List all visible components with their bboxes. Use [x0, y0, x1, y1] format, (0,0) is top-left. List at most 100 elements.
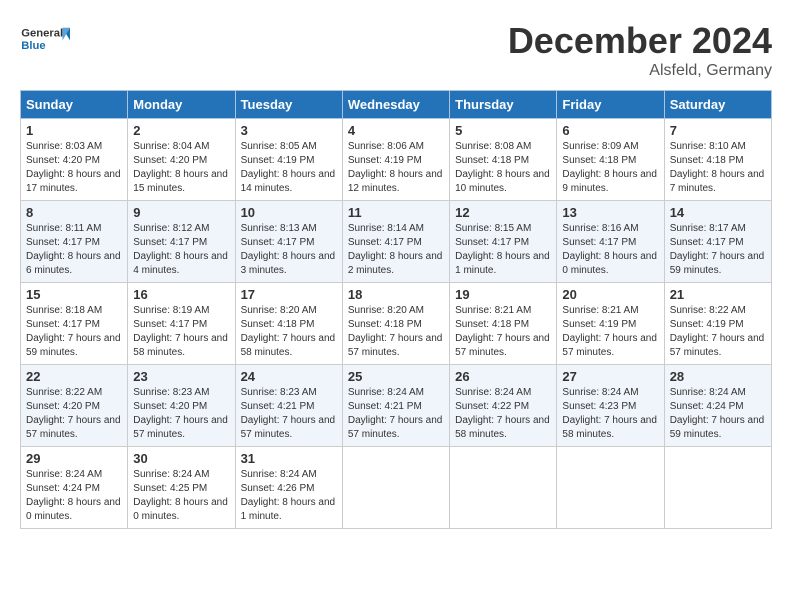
calendar-cell [664, 447, 771, 529]
calendar-cell: 4 Sunrise: 8:06 AMSunset: 4:19 PMDaylight… [342, 119, 449, 201]
calendar-cell [450, 447, 557, 529]
calendar-cell [557, 447, 664, 529]
day-number: 16 [133, 287, 229, 302]
day-number: 19 [455, 287, 551, 302]
day-number: 1 [26, 123, 122, 138]
weekday-header-friday: Friday [557, 91, 664, 119]
location-title: Alsfeld, Germany [508, 62, 772, 80]
day-number: 11 [348, 205, 444, 220]
calendar-cell: 22Sunrise: 8:22 AMSunset: 4:20 PMDayligh… [21, 365, 128, 447]
calendar-cell: 1Sunrise: 8:03 AMSunset: 4:20 PMDaylight… [21, 119, 128, 201]
calendar-cell: 5 Sunrise: 8:08 AMSunset: 4:18 PMDaylight… [450, 119, 557, 201]
title-block: December 2024 Alsfeld, Germany [508, 20, 772, 80]
day-info: Sunrise: 8:21 AMSunset: 4:18 PMDaylight:… [455, 304, 551, 360]
calendar-cell: 12Sunrise: 8:15 AMSunset: 4:17 PMDayligh… [450, 201, 557, 283]
day-number: 21 [670, 287, 766, 302]
day-number: 6 [562, 123, 658, 138]
day-info: Sunrise: 8:12 AMSunset: 4:17 PMDaylight:… [133, 222, 229, 278]
page-header: General Blue December 2024 Alsfeld, Germ… [20, 20, 772, 80]
day-info: Sunrise: 8:04 AMSunset: 4:20 PMDaylight:… [133, 140, 229, 196]
day-number: 17 [241, 287, 337, 302]
calendar-cell: 30Sunrise: 8:24 AMSunset: 4:25 PMDayligh… [128, 447, 235, 529]
day-number: 3 [241, 123, 337, 138]
calendar-cell: 23 Sunrise: 8:23 AMSunset: 4:20 PMDayligh… [128, 365, 235, 447]
week-row-1: 1Sunrise: 8:03 AMSunset: 4:20 PMDaylight… [21, 119, 772, 201]
calendar-cell: 7 Sunrise: 8:10 AMSunset: 4:18 PMDaylight… [664, 119, 771, 201]
week-row-2: 8Sunrise: 8:11 AMSunset: 4:17 PMDaylight… [21, 201, 772, 283]
day-number: 9 [133, 205, 229, 220]
day-number: 24 [241, 369, 337, 384]
day-info: Sunrise: 8:24 AMSunset: 4:22 PMDaylight:… [455, 386, 551, 442]
day-info: Sunrise: 8:23 AMSunset: 4:21 PMDaylight:… [241, 386, 337, 442]
day-number: 13 [562, 205, 658, 220]
calendar-cell: 11 Sunrise: 8:14 AMSunset: 4:17 PMDayligh… [342, 201, 449, 283]
day-number: 14 [670, 205, 766, 220]
day-info: Sunrise: 8:08 AMSunset: 4:18 PMDaylight:… [455, 140, 551, 196]
weekday-header-wednesday: Wednesday [342, 91, 449, 119]
day-number: 2 [133, 123, 229, 138]
day-number: 26 [455, 369, 551, 384]
weekday-header-monday: Monday [128, 91, 235, 119]
week-row-3: 15 Sunrise: 8:18 AMSunset: 4:17 PMDayligh… [21, 283, 772, 365]
day-number: 28 [670, 369, 766, 384]
calendar-cell: 15 Sunrise: 8:18 AMSunset: 4:17 PMDayligh… [21, 283, 128, 365]
day-info: Sunrise: 8:24 AMSunset: 4:24 PMDaylight:… [670, 386, 766, 442]
calendar-cell: 29 Sunrise: 8:24 AMSunset: 4:24 PMDayligh… [21, 447, 128, 529]
day-info: Sunrise: 8:24 AMSunset: 4:26 PMDaylight:… [241, 468, 337, 524]
day-number: 7 [670, 123, 766, 138]
calendar-cell: 18Sunrise: 8:20 AMSunset: 4:18 PMDayligh… [342, 283, 449, 365]
calendar-cell: 27Sunrise: 8:24 AMSunset: 4:23 PMDayligh… [557, 365, 664, 447]
day-info: Sunrise: 8:24 AMSunset: 4:24 PMDaylight:… [26, 468, 122, 524]
calendar-cell: 19 Sunrise: 8:21 AMSunset: 4:18 PMDayligh… [450, 283, 557, 365]
calendar-cell: 8Sunrise: 8:11 AMSunset: 4:17 PMDaylight… [21, 201, 128, 283]
day-info: Sunrise: 8:05 AMSunset: 4:19 PMDaylight:… [241, 140, 337, 196]
day-info: Sunrise: 8:22 AMSunset: 4:20 PMDaylight:… [26, 386, 122, 442]
day-info: Sunrise: 8:23 AMSunset: 4:20 PMDaylight:… [133, 386, 229, 442]
day-info: Sunrise: 8:24 AMSunset: 4:21 PMDaylight:… [348, 386, 444, 442]
day-info: Sunrise: 8:17 AMSunset: 4:17 PMDaylight:… [670, 222, 766, 278]
weekday-header-thursday: Thursday [450, 91, 557, 119]
day-number: 10 [241, 205, 337, 220]
day-info: Sunrise: 8:16 AMSunset: 4:17 PMDaylight:… [562, 222, 658, 278]
day-info: Sunrise: 8:20 AMSunset: 4:18 PMDaylight:… [241, 304, 337, 360]
day-info: Sunrise: 8:13 AMSunset: 4:17 PMDaylight:… [241, 222, 337, 278]
logo-icon: General Blue [20, 20, 70, 60]
calendar-cell: 20 Sunrise: 8:21 AMSunset: 4:19 PMDayligh… [557, 283, 664, 365]
month-title: December 2024 [508, 20, 772, 62]
calendar-cell: 28 Sunrise: 8:24 AMSunset: 4:24 PMDayligh… [664, 365, 771, 447]
calendar-cell: 21 Sunrise: 8:22 AMSunset: 4:19 PMDayligh… [664, 283, 771, 365]
day-info: Sunrise: 8:14 AMSunset: 4:17 PMDaylight:… [348, 222, 444, 278]
logo: General Blue [20, 20, 70, 60]
week-row-5: 29 Sunrise: 8:24 AMSunset: 4:24 PMDayligh… [21, 447, 772, 529]
day-info: Sunrise: 8:09 AMSunset: 4:18 PMDaylight:… [562, 140, 658, 196]
weekday-header-row: SundayMondayTuesdayWednesdayThursdayFrid… [21, 91, 772, 119]
calendar-cell: 14 Sunrise: 8:17 AMSunset: 4:17 PMDayligh… [664, 201, 771, 283]
day-number: 25 [348, 369, 444, 384]
calendar-table: SundayMondayTuesdayWednesdayThursdayFrid… [20, 90, 772, 529]
day-info: Sunrise: 8:24 AMSunset: 4:23 PMDaylight:… [562, 386, 658, 442]
day-number: 23 [133, 369, 229, 384]
day-info: Sunrise: 8:22 AMSunset: 4:19 PMDaylight:… [670, 304, 766, 360]
day-number: 5 [455, 123, 551, 138]
day-info: Sunrise: 8:18 AMSunset: 4:17 PMDaylight:… [26, 304, 122, 360]
weekday-header-saturday: Saturday [664, 91, 771, 119]
day-number: 8 [26, 205, 122, 220]
calendar-cell: 10 Sunrise: 8:13 AMSunset: 4:17 PMDayligh… [235, 201, 342, 283]
day-number: 29 [26, 451, 122, 466]
calendar-cell: 2 Sunrise: 8:04 AMSunset: 4:20 PMDaylight… [128, 119, 235, 201]
calendar-cell: 24 Sunrise: 8:23 AMSunset: 4:21 PMDayligh… [235, 365, 342, 447]
svg-text:Blue: Blue [21, 40, 45, 52]
svg-text:General: General [21, 28, 63, 40]
day-number: 15 [26, 287, 122, 302]
day-info: Sunrise: 8:15 AMSunset: 4:17 PMDaylight:… [455, 222, 551, 278]
day-number: 4 [348, 123, 444, 138]
calendar-cell: 6 Sunrise: 8:09 AMSunset: 4:18 PMDaylight… [557, 119, 664, 201]
day-number: 18 [348, 287, 444, 302]
day-info: Sunrise: 8:10 AMSunset: 4:18 PMDaylight:… [670, 140, 766, 196]
day-info: Sunrise: 8:06 AMSunset: 4:19 PMDaylight:… [348, 140, 444, 196]
weekday-header-tuesday: Tuesday [235, 91, 342, 119]
calendar-cell: 26 Sunrise: 8:24 AMSunset: 4:22 PMDayligh… [450, 365, 557, 447]
day-number: 20 [562, 287, 658, 302]
calendar-cell: 3 Sunrise: 8:05 AMSunset: 4:19 PMDaylight… [235, 119, 342, 201]
day-info: Sunrise: 8:21 AMSunset: 4:19 PMDaylight:… [562, 304, 658, 360]
